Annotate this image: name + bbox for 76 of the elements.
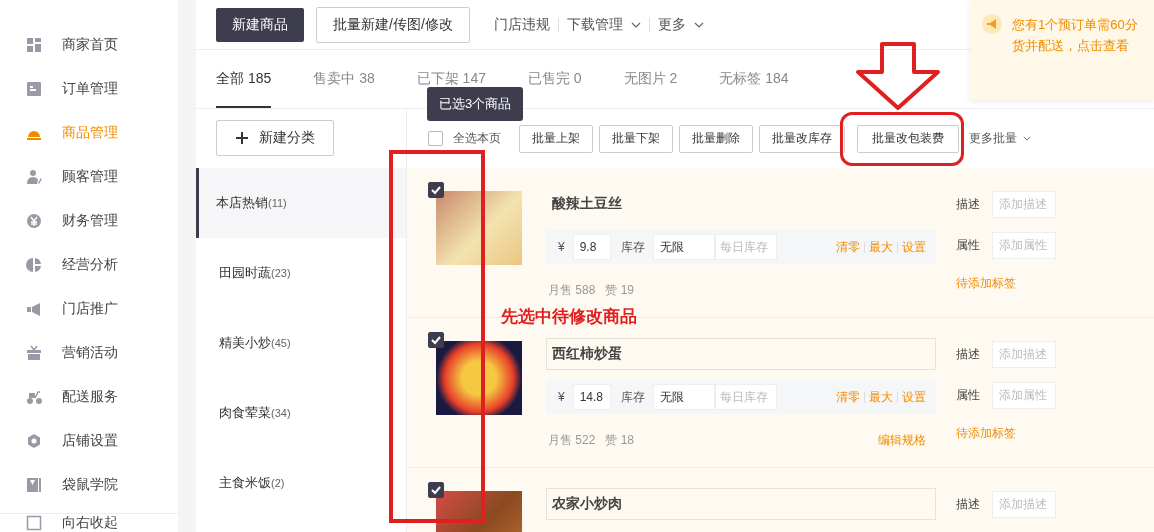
select-all-checkbox[interactable]: [428, 131, 443, 146]
bulk-action-button[interactable]: 批量改包装费: [857, 124, 959, 153]
batch-create-button[interactable]: 批量新建/传图/修改: [316, 6, 470, 43]
person-icon: [26, 169, 42, 185]
square-icon: [26, 515, 42, 531]
attribute-label: 属性: [956, 387, 980, 404]
bulk-action-button[interactable]: 批量删除: [679, 124, 753, 153]
gift-icon: [26, 345, 42, 361]
bulk-action-button[interactable]: 批量下架: [599, 124, 673, 153]
annotation-note: 先选中待修改商品: [501, 306, 637, 328]
stock-label: 库存: [620, 238, 645, 256]
filter-tab[interactable]: 已售完 0: [527, 50, 582, 108]
new-category-button[interactable]: 新建分类: [216, 120, 334, 156]
sidebar-item[interactable]: 配送服务: [0, 375, 178, 419]
scooter-icon: [26, 389, 42, 405]
filter-tab[interactable]: 全部 185: [216, 50, 272, 108]
document-icon: [26, 81, 42, 97]
sidebar-item[interactable]: 顾客管理: [0, 155, 178, 199]
category-item[interactable]: 田园时蔬(23): [196, 238, 406, 308]
more-bulk-dropdown[interactable]: 更多批量: [969, 130, 1031, 147]
description-label: 描述: [956, 496, 980, 513]
category-item[interactable]: 肉食荤菜(34): [196, 378, 406, 448]
megaphone-icon: [26, 301, 42, 317]
likes-count: 赞 19: [605, 282, 635, 299]
currency-label: ¥: [558, 240, 565, 254]
book-icon: [26, 477, 42, 493]
selection-tooltip: 已选3个商品: [427, 87, 524, 121]
sidebar-item[interactable]: 财务管理: [0, 199, 178, 243]
sidebar-item[interactable]: 营销活动: [0, 331, 178, 375]
sidebar-item[interactable]: 经营分析: [0, 243, 178, 287]
stock-field[interactable]: 无限: [652, 234, 715, 260]
filter-tab[interactable]: 无图片 2: [623, 50, 678, 108]
notification-text: 您有1个预订单需60分: [1012, 16, 1138, 34]
currency-label: ¥: [558, 390, 565, 404]
monthly-sales: 月售 588: [548, 282, 596, 299]
grid-icon: [26, 37, 42, 53]
sidebar-item[interactable]: 店铺设置: [0, 419, 178, 463]
price-field[interactable]: 14.8: [572, 384, 611, 410]
bulk-action-button[interactable]: 批量上架: [519, 124, 593, 153]
likes-count: 赞 18: [605, 432, 635, 449]
price-field[interactable]: 9.8: [572, 234, 611, 260]
select-all-label: 全选本页: [453, 130, 501, 147]
collapse-sidebar-item[interactable]: 向右收起: [0, 513, 178, 532]
category-item[interactable]: 精美小炒(45): [196, 308, 406, 378]
monthly-sales: 月售 522: [548, 432, 596, 449]
product-name-field[interactable]: 酸辣土豆丝: [546, 188, 936, 220]
filter-tab[interactable]: 无标签 184: [719, 50, 789, 108]
product-checkbox[interactable]: [428, 182, 444, 198]
megaphone-icon: [982, 14, 1002, 34]
description-label: 描述: [956, 196, 980, 213]
new-product-button[interactable]: 新建商品: [216, 7, 304, 42]
description-label: 描述: [956, 346, 980, 363]
sidebar-item[interactable]: 商家首页: [0, 23, 178, 67]
toolbar-link[interactable]: 更多: [657, 15, 704, 34]
sidebar-item[interactable]: 订单管理: [0, 67, 178, 111]
sidebar-item[interactable]: 袋鼠学院: [0, 463, 178, 507]
toolbar-link[interactable]: 下载管理: [566, 15, 641, 34]
stock-field[interactable]: 无限: [652, 384, 715, 410]
bulk-action-button[interactable]: 批量改库存: [759, 124, 845, 153]
plus-icon: [235, 131, 249, 145]
filter-tab[interactable]: 售卖中 38: [313, 50, 375, 108]
category-item[interactable]: 本店热销(11): [196, 168, 406, 238]
product-checkbox[interactable]: [428, 482, 444, 498]
category-item[interactable]: 主食米饭(2): [196, 448, 406, 518]
stock-label: 库存: [620, 388, 645, 406]
notification-text: 货并配送，点击查看: [1012, 37, 1130, 55]
pie-chart-icon: [26, 257, 42, 273]
product-name-field[interactable]: 农家小炒肉: [546, 488, 936, 520]
attribute-label: 属性: [956, 237, 980, 254]
chevron-down-icon: [1023, 136, 1031, 141]
hexagon-icon: [26, 433, 42, 449]
toolbar-link[interactable]: 门店违规: [493, 15, 550, 34]
sidebar-item[interactable]: 门店推广: [0, 287, 178, 331]
yen-icon: [26, 213, 42, 229]
product-checkbox[interactable]: [428, 332, 444, 348]
product-name-field[interactable]: 西红柿炒蛋: [546, 338, 936, 370]
